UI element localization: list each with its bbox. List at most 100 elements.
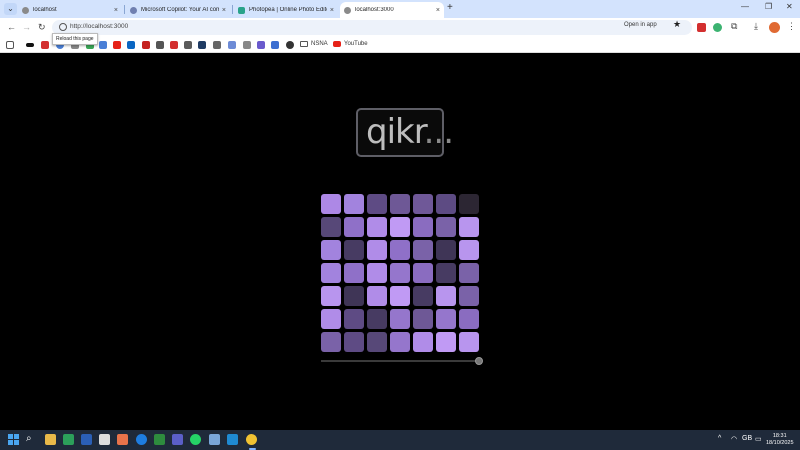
grid-cell[interactable] [344,309,364,329]
grid-cell[interactable] [459,309,479,329]
menu-kebab-icon[interactable]: ⋮ [787,21,796,32]
grid-cell[interactable] [367,309,387,329]
tab-localhost[interactable]: localhost × [18,2,122,18]
bookmark-icon[interactable] [41,41,49,49]
grid-cell[interactable] [390,240,410,260]
grid-cell[interactable] [321,309,341,329]
grid-cell[interactable] [413,240,433,260]
tab-photopea[interactable]: Photopea | Online Photo Editor × [234,2,338,18]
teams-icon[interactable] [172,434,183,445]
grid-cell[interactable] [321,263,341,283]
extensions-puzzle-icon[interactable]: ⧉ [731,21,737,32]
grid-cell[interactable] [321,240,341,260]
grid-cell[interactable] [344,332,364,352]
app-icon[interactable] [117,434,128,445]
grid-cell[interactable] [390,194,410,214]
grid-cell[interactable] [344,194,364,214]
bookmark-icon[interactable] [170,41,178,49]
linkedin-icon[interactable] [127,41,135,49]
extension-icon[interactable] [697,23,706,32]
bookmark-icon[interactable] [156,41,164,49]
grid-cell[interactable] [436,309,456,329]
bookmark-icon[interactable] [213,41,221,49]
close-icon[interactable]: × [436,7,440,14]
grid-cell[interactable] [344,286,364,306]
word-icon[interactable] [81,434,92,445]
tab-localhost-3000[interactable]: localhost:3000 × [340,2,444,18]
new-tab-button[interactable]: + [447,2,453,13]
chrome-icon[interactable] [246,434,257,445]
slider-thumb[interactable] [475,357,483,365]
grid-cell[interactable] [436,332,456,352]
search-icon[interactable]: ⌕ [26,433,32,444]
bookmark-folder-nsna[interactable]: NSNA [300,41,328,47]
reload-button[interactable]: ↻ [38,22,46,33]
bookmark-icon[interactable] [271,41,279,49]
forward-button[interactable]: → [22,22,31,32]
bookmark-icon[interactable] [184,41,192,49]
profile-avatar[interactable] [769,22,780,33]
slider-track[interactable] [321,360,479,362]
grid-cell[interactable] [367,240,387,260]
grid-cell[interactable] [436,240,456,260]
download-icon[interactable]: ⤓ [754,21,758,32]
back-button[interactable]: ← [7,22,16,32]
grid-cell[interactable] [344,263,364,283]
app-icon[interactable] [99,434,110,445]
grid-cell[interactable] [436,263,456,283]
bookmark-icon[interactable] [198,41,206,49]
grid-cell[interactable] [390,217,410,237]
grid-cell[interactable] [436,217,456,237]
tab-search-button[interactable]: ⌄ [4,3,17,15]
tab-copilot[interactable]: Microsoft Copilot: Your AI compan × [126,2,230,18]
address-bar[interactable]: http://localhost:3000 [52,20,692,35]
grid-cell[interactable] [413,309,433,329]
grid-cell[interactable] [390,309,410,329]
bookmark-icon[interactable] [243,41,251,49]
grid-cell[interactable] [321,217,341,237]
grid-cell[interactable] [390,286,410,306]
grid-cell[interactable] [413,194,433,214]
youtube-icon[interactable] [113,41,121,49]
vscode-icon[interactable] [227,434,238,445]
grid-cell[interactable] [367,194,387,214]
grid-cell[interactable] [367,263,387,283]
grid-cell[interactable] [459,217,479,237]
bookmark-icon[interactable] [228,41,236,49]
bookmark-icon[interactable] [257,41,265,49]
restore-icon[interactable]: ❐ [765,2,772,11]
bookmark-icon[interactable] [26,43,34,47]
app-icon[interactable] [63,434,74,445]
grid-cell[interactable] [413,332,433,352]
open-in-app-button[interactable]: Open in app [624,22,657,28]
site-info-icon[interactable] [59,23,67,31]
grid-cell[interactable] [367,286,387,306]
grid-cell[interactable] [459,194,479,214]
grid-cell[interactable] [390,332,410,352]
grid-cell[interactable] [436,194,456,214]
close-icon[interactable]: × [222,7,226,14]
grid-cell[interactable] [459,286,479,306]
grid-cell[interactable] [436,286,456,306]
wifi-icon[interactable]: ◠ [731,435,737,443]
bookmark-icon[interactable] [99,41,107,49]
extension-icon[interactable] [713,23,722,32]
grid-cell[interactable] [367,332,387,352]
edge-icon[interactable] [136,434,147,445]
grid-cell[interactable] [413,263,433,283]
grid-cell[interactable] [459,263,479,283]
taskbar-clock[interactable]: 18:31 18/10/2025 [766,433,794,447]
grid-cell[interactable] [459,240,479,260]
app-icon[interactable] [154,434,165,445]
tray-chevron-icon[interactable]: ^ [718,435,721,442]
close-icon[interactable]: × [330,7,334,14]
grid-cell[interactable] [321,332,341,352]
grid-cell[interactable] [344,217,364,237]
lang-indicator[interactable]: GB [742,435,752,442]
apps-icon[interactable] [6,41,14,49]
grid-cell[interactable] [459,332,479,352]
grid-cell[interactable] [321,286,341,306]
grid-cell[interactable] [413,217,433,237]
file-explorer-icon[interactable] [45,434,56,445]
whatsapp-icon[interactable] [190,434,201,445]
